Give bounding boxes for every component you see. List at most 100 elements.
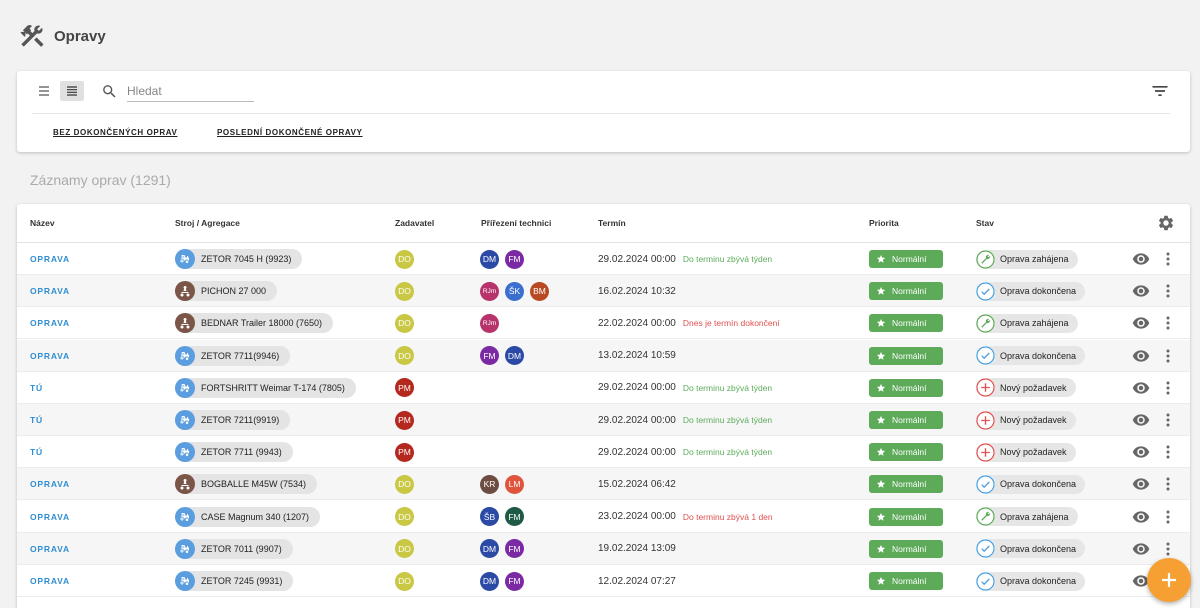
deadline-date: 19.02.2024 13:09	[598, 543, 676, 555]
tractor-icon	[175, 377, 195, 398]
status-chip: Oprava zahájena	[976, 507, 1078, 527]
eye-icon[interactable]	[1132, 347, 1150, 365]
machine-chip[interactable]: BOGBALLE M45W (7534)	[175, 474, 318, 495]
requester-avatar: DO	[395, 281, 414, 301]
star-icon	[876, 383, 886, 393]
add-repair-button[interactable]	[1147, 558, 1191, 602]
repair-name-link[interactable]: OPRAVA	[30, 576, 70, 586]
machine-chip[interactable]: BEDNAR Trailer 18000 (7650)	[175, 313, 334, 334]
status-label: Oprava dokončena	[1000, 479, 1077, 490]
priority-label: Normální	[892, 543, 927, 554]
table-row[interactable]: OPRAVA BOGBALLE M45W (7534) DO KR LM 15.0…	[17, 468, 1190, 501]
star-icon	[876, 576, 886, 586]
status-label: Oprava zahájena	[1000, 318, 1069, 329]
technician-avatar: DM	[480, 249, 499, 269]
table-row[interactable]: OPRAVA PICHON 27 000 DO RJm ŠK BM 16.02.20…	[17, 275, 1190, 308]
technicians-cell: RJm	[480, 307, 505, 339]
tractor-icon	[175, 538, 195, 559]
list-detailed-icon	[67, 86, 77, 96]
col-header-machine[interactable]: Stroj / Agregace	[175, 218, 240, 228]
technician-avatar: FM	[505, 539, 524, 559]
table-row[interactable]: OPRAVA ZETOR 7711(9946) DO FM DM 13.02.20…	[17, 339, 1190, 372]
status-label: Oprava dokončena	[1000, 286, 1077, 297]
eye-icon[interactable]	[1132, 411, 1150, 429]
repair-name-link[interactable]: OPRAVA	[30, 318, 70, 328]
eye-icon[interactable]	[1132, 508, 1150, 526]
more-vert-icon[interactable]	[1164, 250, 1172, 268]
table-row[interactable]: OPRAVA CASE Magnum 340 (1207) DO ŠB FM 23…	[17, 501, 1190, 533]
eye-icon[interactable]	[1132, 314, 1150, 332]
machine-chip[interactable]: ZETOR 7211(9919)	[175, 410, 291, 430]
repair-name-link[interactable]: TÚ	[30, 447, 43, 457]
eye-icon[interactable]	[1132, 540, 1150, 558]
more-vert-icon[interactable]	[1164, 411, 1172, 429]
table-row[interactable]: OPRAVA ZETOR 7011 (9907) DO DM FM 19.02.2…	[17, 532, 1190, 565]
view-toggle	[32, 81, 84, 101]
full-list-view-button[interactable]	[60, 81, 84, 101]
filter-button[interactable]	[1150, 81, 1170, 106]
col-header-priority[interactable]: Priorita	[869, 218, 899, 228]
machine-chip[interactable]: ZETOR 7711(9946)	[175, 345, 291, 366]
machine-chip[interactable]: CASE Magnum 340 (1207)	[175, 506, 321, 527]
table-row[interactable]: OPRAVA ZETOR 7245 (9931) DO DM FM 12.02.2…	[17, 565, 1190, 597]
deadline-note: Do terminu zbývá 1 den	[682, 511, 773, 522]
table-row[interactable]: TÚ FORTSHRITT Weimar T-174 (7805) PM 29.…	[17, 372, 1190, 404]
technician-avatar: LM	[505, 474, 524, 494]
machine-chip[interactable]: ZETOR 7711 (9943)	[175, 442, 293, 463]
eye-icon[interactable]	[1132, 250, 1150, 268]
eye-icon[interactable]	[1132, 443, 1150, 461]
eye-icon[interactable]	[1132, 475, 1150, 493]
machine-chip[interactable]: ZETOR 7045 H (9923)	[175, 249, 303, 269]
priority-badge: Normální	[869, 346, 943, 365]
machine-chip[interactable]: ZETOR 7245 (9931)	[175, 571, 294, 591]
priority-label: Normální	[892, 479, 927, 490]
more-vert-icon[interactable]	[1164, 508, 1172, 526]
priority-label: Normální	[892, 254, 927, 264]
machine-name: ZETOR 7711 (9943)	[201, 447, 282, 458]
repair-name-link[interactable]: OPRAVA	[30, 512, 70, 522]
search-input[interactable]	[127, 80, 254, 102]
requester-avatar: DO	[395, 474, 414, 494]
more-vert-icon[interactable]	[1164, 347, 1172, 365]
col-header-name[interactable]: Název	[30, 218, 55, 228]
more-vert-icon[interactable]	[1164, 282, 1172, 300]
filter-link-last-finished[interactable]: Poslední dokončené opravy	[217, 128, 363, 137]
page-title: Opravy	[54, 27, 106, 45]
status-label: Oprava zahájena	[1000, 254, 1069, 264]
more-vert-icon[interactable]	[1164, 379, 1172, 397]
more-vert-icon[interactable]	[1164, 314, 1172, 332]
col-header-technicians[interactable]: Přířezení technici	[481, 218, 551, 228]
repair-name-link[interactable]: TÚ	[30, 383, 43, 393]
repair-name-link[interactable]: OPRAVA	[30, 286, 70, 296]
eye-icon[interactable]	[1132, 282, 1150, 300]
more-vert-icon[interactable]	[1164, 443, 1172, 461]
priority-label: Normální	[892, 350, 927, 361]
eye-icon[interactable]	[1132, 379, 1150, 397]
table-row[interactable]: TÚ ZETOR 7211(9919) PM 29.02.2024 00:00 D…	[17, 404, 1190, 436]
machine-name: BEDNAR Trailer 18000 (7650)	[201, 318, 323, 329]
repair-name-link[interactable]: OPRAVA	[30, 544, 70, 554]
machine-name: ZETOR 7711(9946)	[201, 350, 280, 361]
machine-chip[interactable]: PICHON 27 000	[175, 281, 278, 302]
repair-name-link[interactable]: TÚ	[30, 415, 43, 425]
table-row[interactable]: TÚ ZETOR 7711 (9943) PM 29.02.2024 00:00…	[17, 436, 1190, 469]
machine-chip[interactable]: ZETOR 7011 (9907)	[175, 538, 293, 559]
repair-name-link[interactable]: OPRAVA	[30, 479, 70, 489]
col-header-status[interactable]: Stav	[976, 218, 994, 228]
repair-name-link[interactable]: OPRAVA	[30, 351, 70, 361]
col-header-deadline[interactable]: Termín	[598, 218, 626, 228]
machine-chip[interactable]: FORTSHRITT Weimar T-174 (7805)	[175, 377, 356, 398]
compact-list-view-button[interactable]	[32, 81, 56, 101]
more-vert-icon[interactable]	[1164, 540, 1172, 558]
more-vert-icon[interactable]	[1164, 475, 1172, 493]
table-row[interactable]: OPRAVA ZETOR 7045 H (9923) DO DM FM 29.02…	[17, 243, 1190, 275]
star-icon	[876, 254, 886, 264]
filter-link-unfinished[interactable]: Bez dokončených oprav	[53, 128, 177, 137]
col-header-requester[interactable]: Zadavatel	[395, 218, 434, 228]
table-row[interactable]: OPRAVA BEDNAR Trailer 18000 (7650) DO RJ…	[17, 307, 1190, 340]
status-chip: Oprava dokončena	[976, 474, 1086, 494]
status-chip: Oprava dokončena	[976, 346, 1086, 366]
table-settings-button[interactable]	[1157, 214, 1175, 237]
repair-name-link[interactable]: OPRAVA	[30, 254, 70, 264]
deadline-date: 16.02.2024 10:32	[598, 285, 676, 297]
